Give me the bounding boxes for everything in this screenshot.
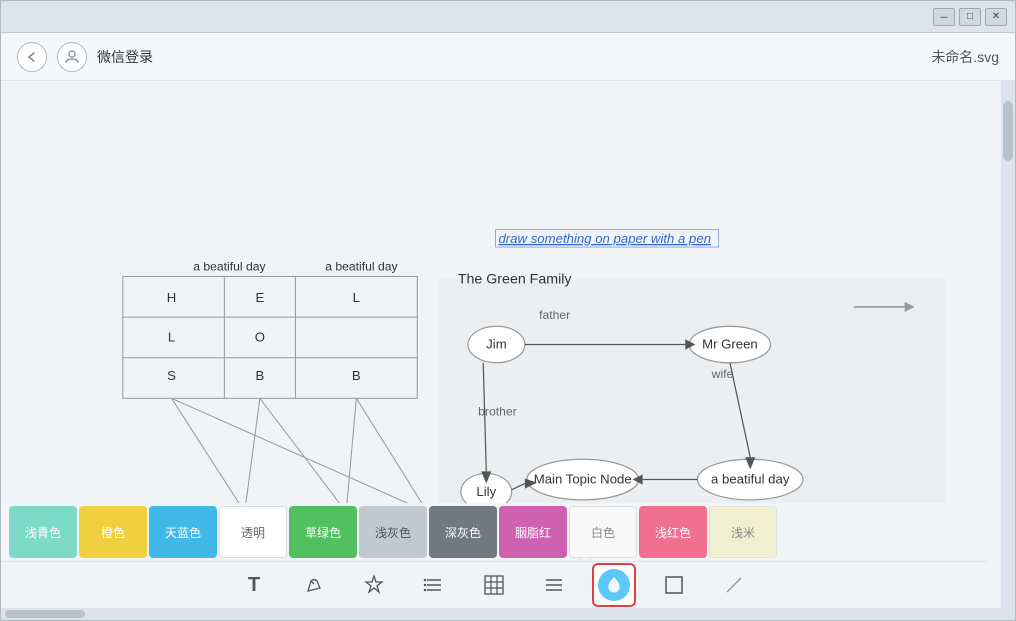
back-button[interactable]: [17, 42, 47, 72]
svg-text:L: L: [353, 290, 360, 305]
droplet-icon: [605, 576, 623, 594]
pen-icon: [303, 574, 325, 596]
swatch-grass-green[interactable]: 草绿色: [289, 506, 357, 558]
star-icon: [363, 574, 385, 596]
palette-bar: 浅青色 橙色 天蓝色 透明 草绿色 浅灰色: [1, 503, 987, 608]
canvas[interactable]: draw something on paper with a pen The G…: [1, 81, 1001, 608]
pen-tool-button[interactable]: [292, 563, 336, 607]
swatch-rose[interactable]: 胭脂红: [499, 506, 567, 558]
star-tool-button[interactable]: [352, 563, 396, 607]
bottom-scrollbar-thumb[interactable]: [5, 610, 85, 618]
color-swatches: 浅青色 橙色 天蓝色 透明 草绿色 浅灰色: [1, 503, 987, 561]
titlebar-controls: － □ ✕: [933, 8, 1007, 26]
swatch-dark-gray[interactable]: 深灰色: [429, 506, 497, 558]
scrollbar-right[interactable]: [1001, 81, 1015, 608]
text-tool-button[interactable]: T: [232, 563, 276, 607]
align-icon: [543, 574, 565, 596]
swatch-light-gray[interactable]: 浅灰色: [359, 506, 427, 558]
fill-tool-button[interactable]: [592, 563, 636, 607]
header: 微信登录 未命名.svg: [1, 33, 1015, 81]
swatch-light-red[interactable]: 浅红色: [639, 506, 707, 558]
back-icon: [26, 51, 38, 63]
align-tool-button[interactable]: [532, 563, 576, 607]
diagonal-line-icon: [723, 574, 745, 596]
table-icon: [483, 574, 505, 596]
titlebar: － □ ✕: [1, 1, 1015, 33]
filename-label: 未命名.svg: [931, 47, 999, 67]
user-icon: [64, 49, 80, 65]
svg-text:H: H: [167, 290, 177, 305]
svg-text:a beatiful day: a beatiful day: [711, 472, 790, 487]
table-tool-button[interactable]: [472, 563, 516, 607]
scrollbar-thumb[interactable]: [1003, 101, 1013, 161]
avatar-button[interactable]: [57, 42, 87, 72]
svg-text:B: B: [255, 368, 264, 383]
restore-button[interactable]: □: [959, 8, 981, 26]
svg-text:B: B: [352, 368, 361, 383]
main-area: draw something on paper with a pen The G…: [1, 81, 1015, 608]
fill-icon: [598, 569, 630, 601]
svg-text:wife: wife: [711, 367, 734, 381]
svg-text:a beatiful day: a beatiful day: [325, 259, 398, 273]
header-left: 微信登录: [17, 42, 153, 72]
svg-text:a beatiful day: a beatiful day: [193, 259, 266, 273]
svg-text:L: L: [168, 329, 175, 344]
svg-text:S: S: [167, 368, 176, 383]
app-window: － □ ✕ 微信登录 未命名.svg: [0, 0, 1016, 621]
line-tool-button[interactable]: [712, 563, 756, 607]
close-button[interactable]: ✕: [985, 8, 1007, 26]
svg-text:Main Topic Node: Main Topic Node: [534, 472, 632, 487]
swatch-orange[interactable]: 橙色: [79, 506, 147, 558]
svg-text:father: father: [539, 308, 570, 322]
login-label[interactable]: 微信登录: [97, 47, 153, 67]
swatch-white[interactable]: 白色: [569, 506, 637, 558]
swatch-light-cyan[interactable]: 浅青色: [9, 506, 77, 558]
svg-text:The Green Family: The Green Family: [458, 272, 573, 288]
swatch-sky-blue[interactable]: 天蓝色: [149, 506, 217, 558]
bottom-scrollbar[interactable]: [1, 608, 1015, 620]
minimize-button[interactable]: －: [933, 8, 955, 26]
list-tool-button[interactable]: [412, 563, 456, 607]
rect-icon: [663, 574, 685, 596]
svg-text:draw something on paper with a: draw something on paper with a pen: [498, 231, 711, 246]
swatch-light-beige[interactable]: 浅米: [709, 506, 777, 558]
svg-text:E: E: [255, 290, 264, 305]
list-icon: [423, 574, 445, 596]
svg-text:Jim: Jim: [486, 337, 507, 352]
toolbar: T: [1, 561, 987, 608]
rect-tool-button[interactable]: [652, 563, 696, 607]
svg-text:O: O: [255, 329, 265, 344]
svg-text:Mr Green: Mr Green: [702, 337, 758, 352]
text-icon: T: [248, 574, 260, 597]
svg-text:Lily: Lily: [476, 484, 496, 499]
swatch-transparent[interactable]: 透明: [219, 506, 287, 558]
